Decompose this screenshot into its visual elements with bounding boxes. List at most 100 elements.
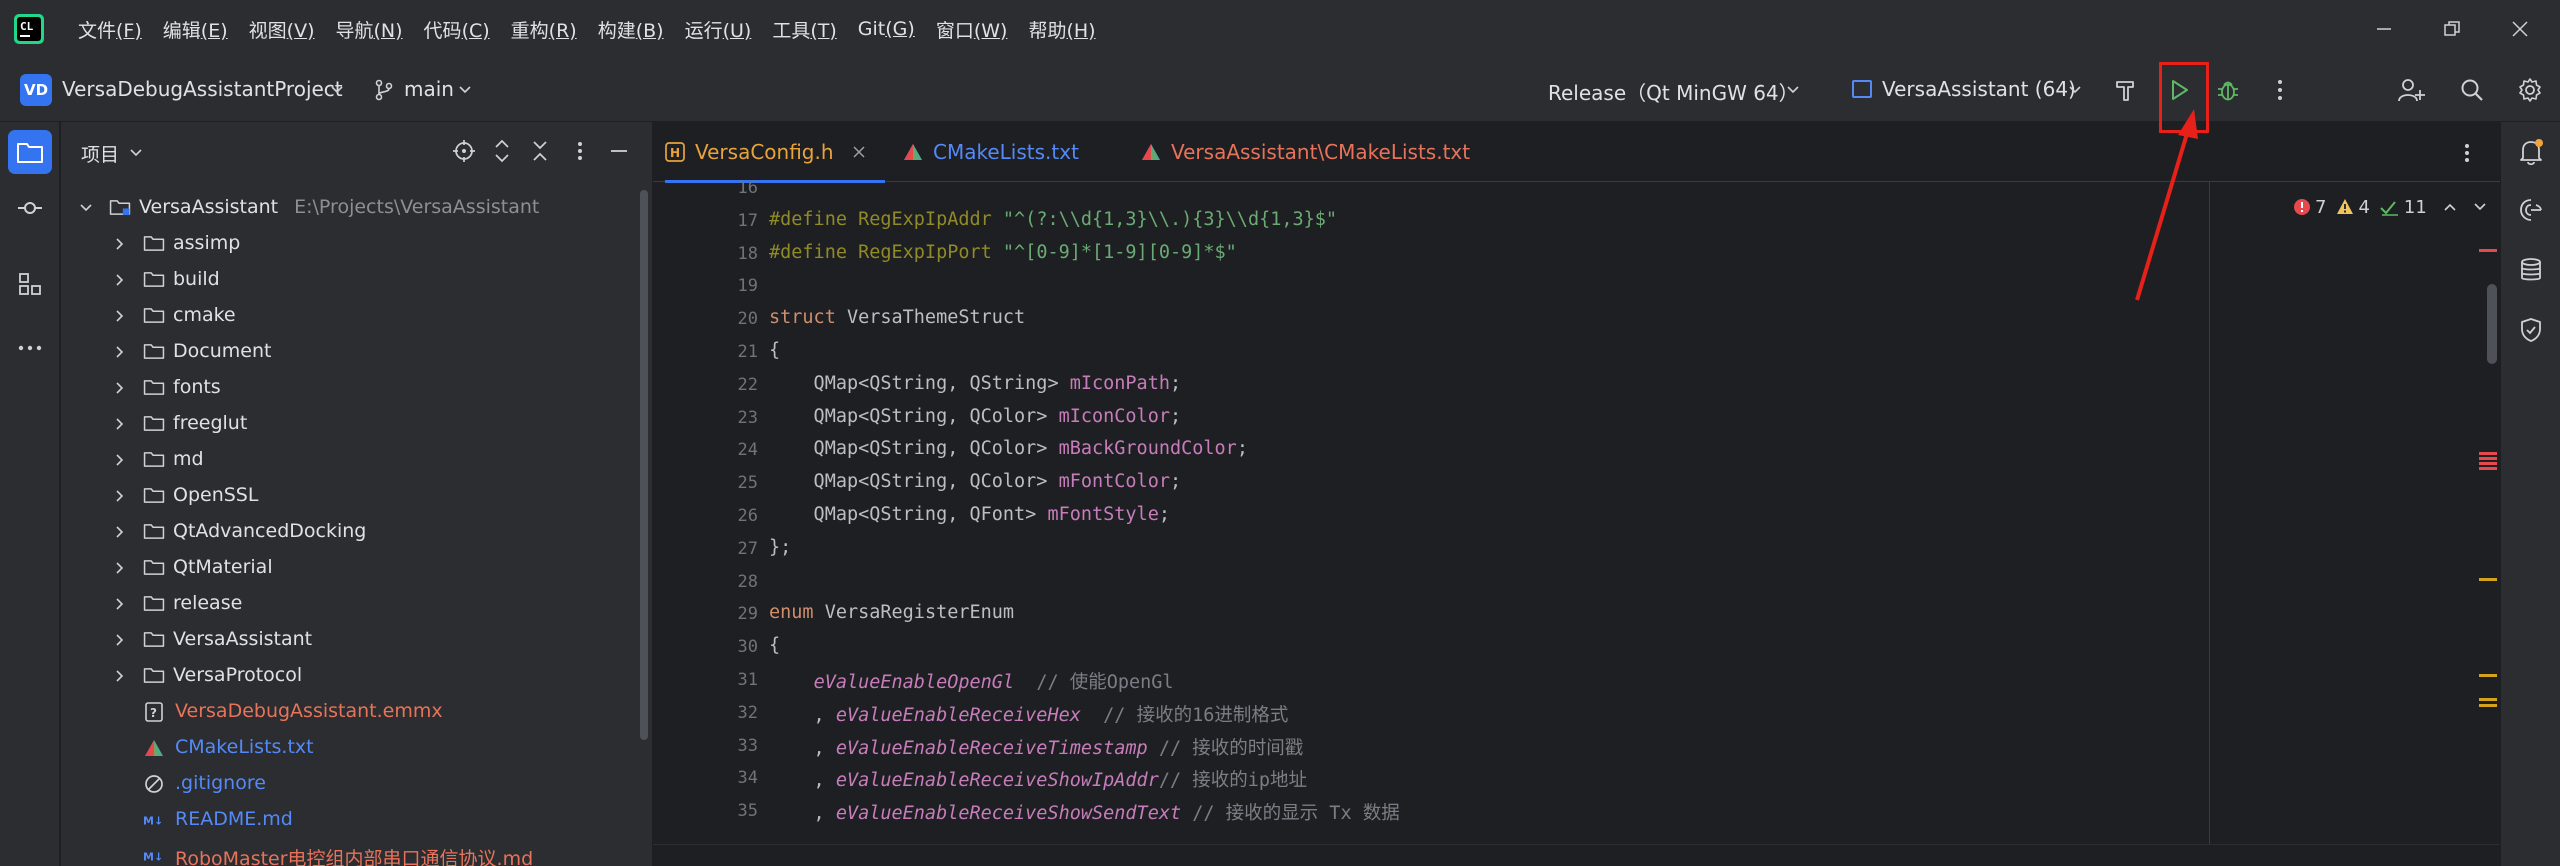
- panel-options-button[interactable]: [565, 136, 595, 166]
- chevron-down-icon[interactable]: [458, 83, 472, 97]
- tree-item[interactable]: freeglut: [61, 406, 641, 442]
- ai-assistant-button[interactable]: [2511, 190, 2551, 230]
- error-stripe-marker[interactable]: [2479, 462, 2497, 465]
- error-stripe-marker[interactable]: [2479, 452, 2497, 455]
- code-line[interactable]: {: [769, 340, 780, 361]
- error-stripe-marker[interactable]: [2479, 249, 2497, 252]
- chevron-right-icon[interactable]: [113, 237, 127, 251]
- menu-item-4[interactable]: 代码(C): [424, 16, 490, 43]
- code-line[interactable]: #define RegExpIpAddr "^(?:\\d{1,3}\\.){3…: [769, 209, 1337, 230]
- commit-tool-button[interactable]: [8, 186, 52, 230]
- chevron-right-icon[interactable]: [113, 525, 127, 539]
- menu-item-2[interactable]: 视图(V): [249, 16, 315, 43]
- tree-item[interactable]: fonts: [61, 370, 641, 406]
- chevron-right-icon[interactable]: [113, 669, 127, 683]
- code-line[interactable]: {: [769, 635, 780, 656]
- menu-item-8[interactable]: 工具(T): [772, 16, 836, 43]
- tree-item[interactable]: md: [61, 442, 641, 478]
- clion-logo-icon[interactable]: CL: [14, 14, 44, 44]
- menu-item-1[interactable]: 编辑(E): [163, 16, 228, 43]
- tree-item[interactable]: VersaAssistant E:\Projects\VersaAssistant: [61, 190, 641, 226]
- chevron-down-icon[interactable]: [129, 146, 143, 160]
- chevron-right-icon[interactable]: [113, 633, 127, 647]
- code-line[interactable]: };: [769, 537, 791, 558]
- project-tool-button[interactable]: [8, 130, 52, 174]
- locate-file-button[interactable]: [449, 136, 479, 166]
- minimize-button[interactable]: [2350, 0, 2418, 58]
- warning-stripe-marker[interactable]: [2479, 704, 2497, 707]
- code-with-me-button[interactable]: [2393, 72, 2429, 108]
- menu-item-5[interactable]: 重构(R): [511, 16, 577, 43]
- chevron-right-icon[interactable]: [113, 309, 127, 323]
- collapse-all-button[interactable]: [525, 136, 555, 166]
- code-editor[interactable]: #define RegExpIpAddr "^(?:\\d{1,3}\\.){3…: [769, 182, 2159, 866]
- code-line[interactable]: enum VersaRegisterEnum: [769, 602, 1014, 623]
- tree-item[interactable]: Document: [61, 334, 641, 370]
- menu-item-0[interactable]: 文件(F): [78, 16, 142, 43]
- chevron-right-icon[interactable]: [113, 453, 127, 467]
- security-button[interactable]: [2511, 310, 2551, 350]
- project-tree-scrollbar[interactable]: [640, 190, 648, 740]
- tree-item[interactable]: QtMaterial: [61, 550, 641, 586]
- more-actions-button[interactable]: [2262, 72, 2298, 108]
- code-line[interactable]: QMap<QString, QColor> mFontColor;: [769, 471, 1182, 492]
- chevron-down-icon[interactable]: [1786, 83, 1800, 97]
- code-line[interactable]: QMap<QString, QString> mIconPath;: [769, 373, 1182, 394]
- code-line[interactable]: , eValueEnableReceiveShowIpAddr// 接收的ip地…: [769, 766, 1308, 792]
- editor-horizontal-scrollbar[interactable]: [653, 844, 2500, 866]
- menu-item-6[interactable]: 构建(B): [598, 16, 664, 43]
- editor-tab[interactable]: H VersaConfig.h: [665, 122, 885, 183]
- code-line[interactable]: eValueEnableOpenGl // 使能OpenGl: [769, 668, 1174, 694]
- chevron-up-icon[interactable]: [2443, 200, 2457, 214]
- chevron-down-icon[interactable]: [330, 83, 344, 97]
- menu-item-10[interactable]: 窗口(W): [936, 16, 1008, 43]
- code-line[interactable]: , eValueEnableReceiveShowSendText // 接收的…: [769, 799, 1400, 825]
- hide-panel-button[interactable]: [604, 136, 634, 166]
- warning-stripe-marker[interactable]: [2479, 698, 2497, 701]
- chevron-right-icon[interactable]: [113, 561, 127, 575]
- search-everywhere-button[interactable]: [2454, 72, 2490, 108]
- menu-item-11[interactable]: 帮助(H): [1028, 16, 1095, 43]
- more-vertical-icon[interactable]: [2463, 142, 2471, 164]
- chevron-right-icon[interactable]: [113, 597, 127, 611]
- chevron-right-icon[interactable]: [113, 489, 127, 503]
- project-badge[interactable]: VD: [20, 74, 52, 106]
- database-button[interactable]: [2511, 250, 2551, 290]
- code-line[interactable]: QMap<QString, QColor> mBackGroundColor;: [769, 438, 1248, 459]
- project-view-selector[interactable]: 项目: [81, 140, 119, 167]
- more-tool-windows-button[interactable]: [8, 326, 52, 370]
- menu-item-9[interactable]: Git(G): [858, 18, 915, 40]
- git-branch-selector[interactable]: main: [404, 77, 454, 101]
- build-configuration-selector[interactable]: Release（Qt MinGW 64）: [1548, 77, 1799, 106]
- warning-stripe-marker[interactable]: [2479, 578, 2497, 581]
- restore-button[interactable]: [2418, 0, 2486, 58]
- code-line[interactable]: , eValueEnableReceiveTimestamp // 接收的时间戳: [769, 734, 1304, 760]
- run-target-selector[interactable]: VersaAssistant (64): [1882, 77, 2076, 101]
- tree-item[interactable]: M↓ README.md: [61, 802, 641, 838]
- chevron-right-icon[interactable]: [113, 417, 127, 431]
- chevron-down-icon[interactable]: [79, 201, 93, 215]
- debug-button[interactable]: [2210, 72, 2246, 108]
- editor-tab[interactable]: CMakeLists.txt: [903, 122, 1079, 182]
- editor-tab[interactable]: VersaAssistant\CMakeLists.txt: [1141, 122, 1470, 182]
- chevron-right-icon[interactable]: [113, 345, 127, 359]
- tree-item[interactable]: CMakeLists.txt: [61, 730, 641, 766]
- code-line[interactable]: struct VersaThemeStruct: [769, 307, 1025, 328]
- warning-stripe-marker[interactable]: [2479, 674, 2497, 677]
- project-selector[interactable]: VersaDebugAssistantProject: [62, 77, 343, 101]
- inspection-widget[interactable]: 7 4 11: [2293, 192, 2487, 222]
- expand-all-button[interactable]: [487, 136, 517, 166]
- tree-item[interactable]: release: [61, 586, 641, 622]
- tree-item[interactable]: ? VersaDebugAssistant.emmx: [61, 694, 641, 730]
- notifications-button[interactable]: [2511, 132, 2551, 172]
- menu-item-7[interactable]: 运行(U): [685, 16, 752, 43]
- tree-item[interactable]: QtAdvancedDocking: [61, 514, 641, 550]
- code-line[interactable]: QMap<QString, QFont> mFontStyle;: [769, 504, 1170, 525]
- chevron-down-icon[interactable]: [2473, 200, 2487, 214]
- chevron-right-icon[interactable]: [113, 273, 127, 287]
- chevron-right-icon[interactable]: [113, 381, 127, 395]
- tree-item[interactable]: build: [61, 262, 641, 298]
- code-line[interactable]: #define RegExpIpPort "^[0-9]*[1-9][0-9]*…: [769, 242, 1237, 263]
- tree-item[interactable]: VersaProtocol: [61, 658, 641, 694]
- tree-item[interactable]: OpenSSL: [61, 478, 641, 514]
